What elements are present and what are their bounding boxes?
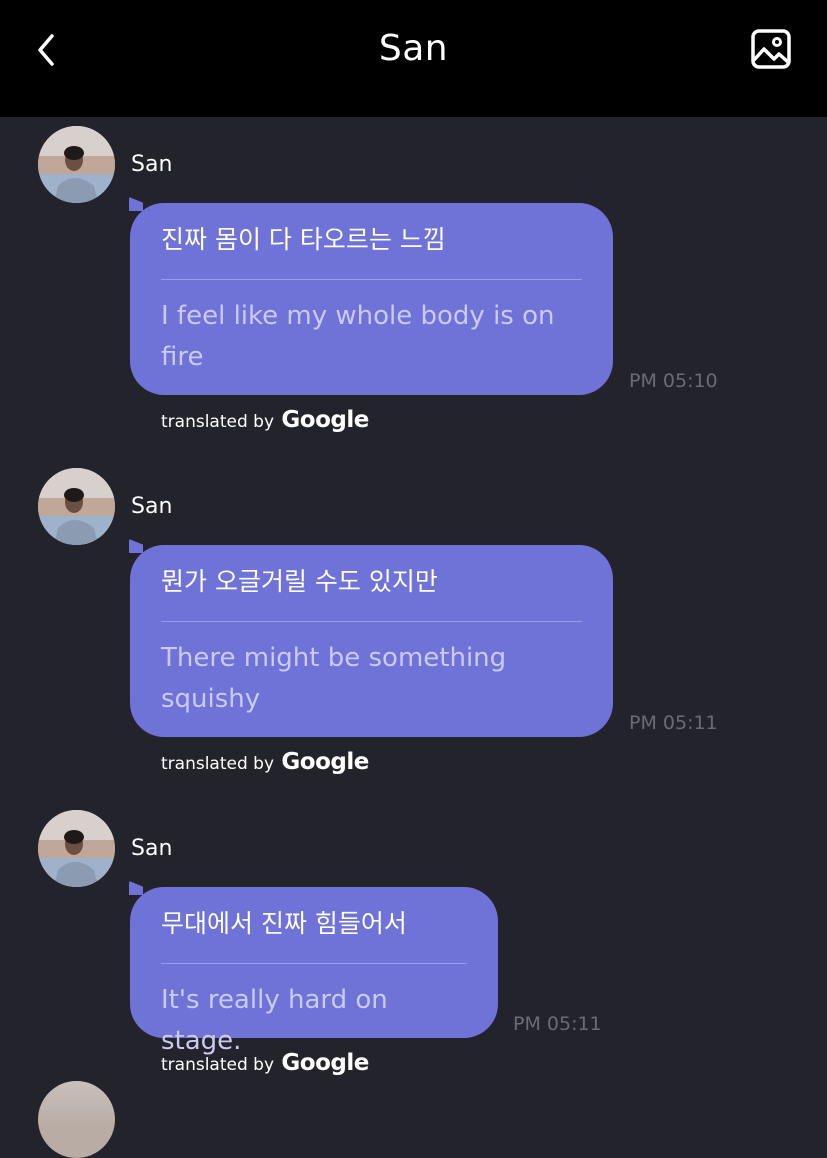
- google-logo: Google: [281, 749, 369, 775]
- bubble-tail: [129, 881, 143, 895]
- translated-text: It's really hard on stage.: [161, 985, 388, 1056]
- sender-name: San: [131, 494, 173, 519]
- translation-credit: translated by Google: [161, 749, 369, 775]
- translation-credit: translated by Google: [161, 1050, 369, 1076]
- bubble-tail: [129, 539, 143, 553]
- google-logo: Google: [281, 407, 369, 433]
- original-text: 뭔가 오글거릴 수도 있지만: [161, 567, 438, 596]
- timestamp: PM 05:10: [629, 370, 718, 392]
- top-bar: San: [0, 0, 827, 117]
- original-text: 무대에서 진짜 힘들어서: [161, 909, 407, 938]
- gallery-button[interactable]: [748, 26, 794, 72]
- timestamp: PM 05:11: [629, 712, 718, 734]
- avatar[interactable]: [38, 1081, 115, 1158]
- avatar[interactable]: [38, 810, 115, 887]
- avatar-image: [38, 468, 115, 545]
- sender-name: San: [131, 152, 173, 177]
- timestamp: PM 05:11: [513, 1013, 602, 1035]
- translated-text: There might be something squishy: [161, 643, 507, 714]
- translation-credit: translated by Google: [161, 407, 369, 433]
- chat-title: San: [378, 28, 449, 69]
- google-logo: Google: [281, 1050, 369, 1076]
- avatar[interactable]: [38, 126, 115, 203]
- image-icon: [751, 29, 791, 69]
- avatar[interactable]: [38, 468, 115, 545]
- message-bubble[interactable]: 뭔가 오글거릴 수도 있지만 There might be something …: [129, 539, 613, 737]
- avatar-image: [38, 126, 115, 203]
- original-text: 진짜 몸이 다 타오르는 느낌: [161, 225, 446, 254]
- translated-text: I feel like my whole body is on fire: [161, 301, 555, 372]
- message-bubble[interactable]: 무대에서 진짜 힘들어서 It's really hard on stage.: [129, 881, 498, 1056]
- credit-prefix: translated by: [161, 754, 275, 774]
- avatar-image: [38, 810, 115, 887]
- bubble-tail: [129, 197, 143, 211]
- credit-prefix: translated by: [161, 1055, 275, 1075]
- sender-name: San: [131, 836, 173, 861]
- credit-prefix: translated by: [161, 412, 275, 432]
- message-bubble[interactable]: 진짜 몸이 다 타오르는 느낌 I feel like my whole bod…: [129, 197, 613, 395]
